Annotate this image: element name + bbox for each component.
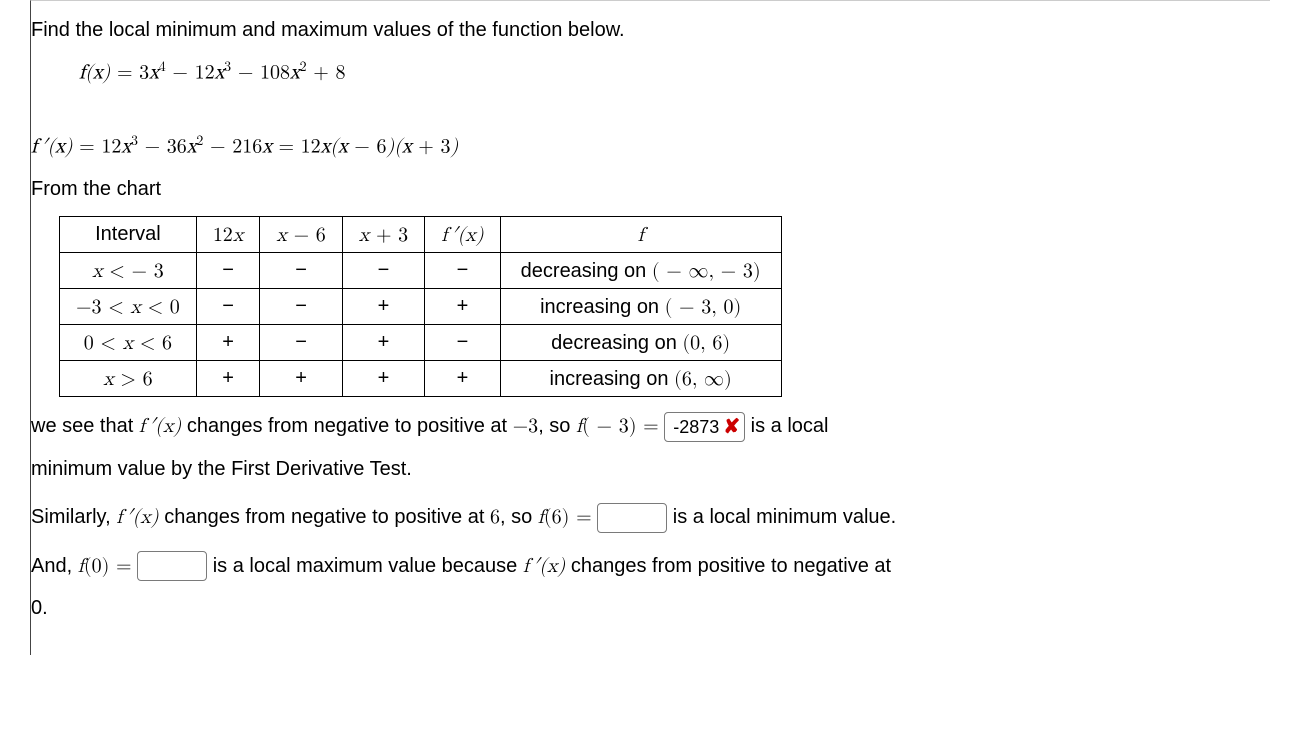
- answer-1-value: -2873: [673, 414, 719, 441]
- cell-sign: −: [425, 253, 500, 289]
- cell-sign: −: [260, 289, 342, 325]
- sentence-3b: 0.: [31, 593, 1250, 623]
- answer-box-1[interactable]: -2873 ✘: [664, 412, 745, 442]
- table-header-row: Interval 12x x − 6 x + 3 f ′(x) f: [60, 217, 782, 253]
- cell-sign: −: [425, 325, 500, 361]
- function-definition: f(x) = 3x4 − 12x3 − 108x2 + 8: [79, 57, 1250, 89]
- sentence-1: we see that f ′(x) changes from negative…: [31, 411, 1250, 442]
- cell-sign: −: [260, 325, 342, 361]
- cell-sign: +: [260, 361, 342, 397]
- answer-box-3[interactable]: [137, 551, 207, 581]
- prompt-text: Find the local minimum and maximum value…: [31, 15, 1250, 45]
- cell-sign: −: [260, 253, 342, 289]
- cell-sign: −: [196, 253, 260, 289]
- wrong-icon: ✘: [723, 412, 740, 442]
- cell-sign: +: [342, 361, 424, 397]
- cell-interval: −3 < x < 0: [60, 289, 197, 325]
- cell-desc: increasing on (6, ∞): [500, 361, 781, 397]
- answer-box-2[interactable]: [597, 503, 667, 533]
- cell-sign: +: [196, 361, 260, 397]
- cell-sign: +: [425, 361, 500, 397]
- table-row: −3 < x < 0 − − + + increasing on ( − 3, …: [60, 289, 782, 325]
- cell-sign: +: [342, 289, 424, 325]
- col-f: f: [500, 217, 781, 253]
- col-interval: Interval: [60, 217, 197, 253]
- sentence-1b: minimum value by the First Derivative Te…: [31, 454, 1250, 484]
- cell-sign: +: [196, 325, 260, 361]
- cell-interval: 0 < x < 6: [60, 325, 197, 361]
- cell-desc: increasing on ( − 3, 0): [500, 289, 781, 325]
- sign-chart-table: Interval 12x x − 6 x + 3 f ′(x) f x < − …: [59, 216, 782, 397]
- cell-interval: x < − 3: [60, 253, 197, 289]
- cell-desc: decreasing on ( − ∞, − 3): [500, 253, 781, 289]
- table-row: x > 6 + + + + increasing on (6, ∞): [60, 361, 782, 397]
- col-fprime: f ′(x): [425, 217, 500, 253]
- table-row: 0 < x < 6 + − + − decreasing on (0, 6): [60, 325, 782, 361]
- cell-desc: decreasing on (0, 6): [500, 325, 781, 361]
- cell-sign: +: [425, 289, 500, 325]
- derivative-line: f ′(x) = 12x3 − 36x2 − 216x = 12x(x − 6)…: [31, 131, 1250, 163]
- cell-sign: +: [342, 325, 424, 361]
- from-chart-label: From the chart: [31, 174, 1250, 204]
- cell-sign: −: [196, 289, 260, 325]
- cell-sign: −: [342, 253, 424, 289]
- col-12x: 12x: [196, 217, 260, 253]
- problem-page: Find the local minimum and maximum value…: [30, 0, 1270, 655]
- sentence-2: Similarly, f ′(x) changes from negative …: [31, 502, 1250, 533]
- table-row: x < − 3 − − − − decreasing on ( − ∞, − 3…: [60, 253, 782, 289]
- col-xm6: x − 6: [260, 217, 342, 253]
- col-xp3: x + 3: [342, 217, 424, 253]
- sentence-3: And, f(0) = is a local maximum value bec…: [31, 551, 1250, 582]
- cell-interval: x > 6: [60, 361, 197, 397]
